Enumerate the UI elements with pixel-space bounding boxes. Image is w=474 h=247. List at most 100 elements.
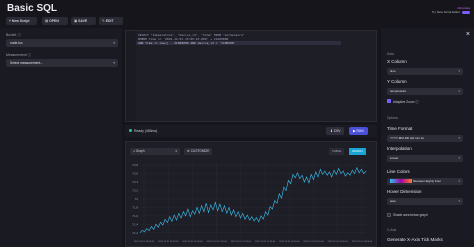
hover-dimension-select[interactable]: auto ▾ bbox=[387, 198, 463, 205]
x-tick-label: 2022-12-01 16:00:00 bbox=[134, 241, 155, 243]
new-editor-toggle-label: Try New Script Editor bbox=[431, 10, 460, 14]
data-section-header: Data bbox=[387, 52, 394, 56]
edit-button[interactable]: ✎ EDIT bbox=[99, 17, 123, 25]
x-tick-label: 2022-12-01 16:20:00 bbox=[158, 241, 179, 243]
line-colors-label: Line Colors bbox=[387, 169, 410, 174]
sql-editor[interactable]: SELECT "temperature", "device_id", "time… bbox=[125, 30, 377, 122]
shade-area-checkbox[interactable] bbox=[387, 213, 391, 217]
interpolation-select[interactable]: Linear ▾ bbox=[387, 155, 463, 162]
x-column-select[interactable]: time ▾ bbox=[387, 68, 463, 75]
save-label: SAVE bbox=[78, 19, 88, 23]
y-tick-label: 72.4 bbox=[132, 180, 138, 184]
x-tick-label: 2022-12-01 18:00:00 bbox=[279, 241, 300, 243]
y-tick-label: 71.2 bbox=[132, 231, 138, 235]
chevron-down-icon: ▾ bbox=[458, 69, 460, 73]
y-tick-label: 71.8 bbox=[132, 205, 138, 209]
bucket-select-value: node-loc bbox=[10, 41, 23, 45]
close-icon[interactable]: × bbox=[466, 31, 470, 38]
y-tick-label: 72.6 bbox=[132, 172, 138, 176]
y-tick-label: 72 bbox=[135, 197, 139, 201]
measurement-label: Measurement ⓘ bbox=[6, 53, 32, 57]
y-tick-label: 72.2 bbox=[132, 188, 138, 192]
chevron-down-icon: ▾ bbox=[113, 61, 115, 65]
x-tick-label: 2022-12-01 17:00:00 bbox=[207, 241, 228, 243]
x-axis-section-header: X-Axis bbox=[387, 228, 397, 232]
series-line bbox=[139, 166, 367, 233]
y-column-value: temperature bbox=[390, 89, 407, 93]
new-editor-toggle[interactable] bbox=[462, 11, 470, 14]
page-title: Basic SQL bbox=[7, 3, 58, 14]
shade-area-label: Shade area below graph bbox=[393, 213, 428, 217]
measurement-select[interactable]: Select measurement... ▾ bbox=[6, 59, 118, 67]
interpolation-value: Linear bbox=[390, 156, 399, 160]
schema-sidebar: Bucket ⓘ node-loc ▾ Measurement ⓘ Select … bbox=[0, 28, 122, 247]
query-status-bar: Ready (483ms) ⬇ CSV ▶ RUN bbox=[125, 125, 377, 137]
x-tick-label: 2022-12-01 18:20:00 bbox=[303, 241, 324, 243]
x-axis-ticks-label: Generate X-Axis Tick Marks bbox=[387, 237, 443, 242]
viz-type-select[interactable]: ⩘ Graph ▾ bbox=[130, 148, 180, 155]
x-column-value: time bbox=[390, 69, 396, 73]
info-icon: ⓘ bbox=[17, 33, 21, 37]
editor-gutter bbox=[126, 31, 136, 121]
visualization-panel: ⩘ Graph ▾ ⚙ CUSTOMIZE TABLE GRAPH 72.8 72.… bbox=[125, 141, 377, 247]
measurement-select-placeholder: Select measurement... bbox=[10, 61, 43, 65]
new-script-label: + New Script bbox=[9, 19, 30, 23]
status-ok-icon bbox=[129, 129, 132, 132]
chevron-down-icon: ▾ bbox=[458, 156, 460, 160]
line-chart: 72.8 72.6 72.4 72.2 72 71.8 71.6 71.4 71.2 2022-… bbox=[132, 163, 373, 243]
options-section-header: Options bbox=[387, 116, 398, 120]
csv-label: CSV bbox=[333, 129, 341, 133]
x-tick-labels: 2022-12-01 16:00:00 2022-12-01 16:20:00 20… bbox=[134, 241, 373, 243]
info-icon: ⓘ bbox=[415, 100, 419, 104]
y-tick-label: 71.6 bbox=[132, 214, 138, 218]
hover-dimension-value: auto bbox=[390, 199, 396, 203]
tab-table[interactable]: TABLE bbox=[329, 148, 345, 155]
customize-panel: × Data X Column time ▾ Y Column temperatu… bbox=[381, 28, 474, 247]
x-tick-label: 2022-12-01 17:40:00 bbox=[255, 241, 276, 243]
run-button[interactable]: ▶ RUN bbox=[349, 127, 368, 135]
chevron-down-icon: ▾ bbox=[113, 41, 115, 45]
hover-dimension-label: Hover Dimension bbox=[387, 189, 422, 194]
new-script-button[interactable]: + New Script bbox=[6, 17, 37, 25]
x-column-label: X Column bbox=[387, 59, 407, 64]
tab-graph[interactable]: GRAPH bbox=[349, 148, 366, 155]
csv-download-button[interactable]: ⬇ CSV bbox=[326, 127, 345, 135]
edit-label: EDIT bbox=[105, 19, 114, 23]
info-icon: ⓘ bbox=[27, 53, 32, 57]
y-tick-label: 72.8 bbox=[132, 163, 138, 167]
time-format-label: Time Format bbox=[387, 126, 413, 131]
editor-line-3: AND time <= now() - 21600000 AND device_… bbox=[138, 41, 236, 45]
color-scheme-swatch bbox=[390, 179, 412, 184]
x-tick-label: 2022-12-01 18:40:00 bbox=[328, 241, 349, 243]
y-tick-label: 71.4 bbox=[132, 222, 138, 226]
time-format-value: YYYY-MM-DD HH:mm:ss bbox=[390, 136, 424, 140]
y-column-select[interactable]: temperature ▾ bbox=[387, 88, 463, 95]
adaptive-zoom-label: Adaptive Zoom ⓘ bbox=[393, 100, 419, 104]
adaptive-zoom-checkbox[interactable] bbox=[387, 99, 391, 103]
y-column-label: Y Column bbox=[387, 79, 407, 84]
query-status-text: Ready (483ms) bbox=[134, 128, 158, 133]
save-button[interactable]: ▣ SAVE bbox=[71, 17, 96, 25]
customize-label: CUSTOMIZE bbox=[190, 149, 210, 153]
viz-type-label: Graph bbox=[135, 149, 145, 153]
x-tick-label: 2022-12-01 16:40:00 bbox=[182, 241, 203, 243]
chevron-down-icon: ▾ bbox=[458, 199, 460, 203]
open-button[interactable]: ▤ OPEN bbox=[42, 17, 68, 25]
open-label: OPEN bbox=[49, 19, 59, 23]
bucket-label: Bucket ⓘ bbox=[6, 33, 21, 37]
chevron-down-icon: ▾ bbox=[175, 149, 177, 153]
chevron-down-icon: ▾ bbox=[458, 89, 460, 93]
y-tick-labels: 72.8 72.6 72.4 72.2 72 71.8 71.6 71.4 71.2 bbox=[132, 163, 138, 235]
bucket-select[interactable]: node-loc ▾ bbox=[6, 39, 118, 47]
customize-button[interactable]: ⚙ CUSTOMIZE bbox=[184, 148, 213, 155]
line-colors-value: Nineteen Eighty Four bbox=[412, 179, 442, 183]
run-label: RUN bbox=[356, 129, 364, 133]
x-tick-label: 2022-12-01 17:20:00 bbox=[231, 241, 252, 243]
time-format-select[interactable]: YYYY-MM-DD HH:mm:ss ▾ bbox=[387, 135, 463, 142]
line-colors-select[interactable]: Nineteen Eighty Four ▾ bbox=[387, 178, 463, 185]
chevron-down-icon: ▾ bbox=[458, 136, 460, 140]
grid-layer bbox=[140, 163, 366, 237]
interpolation-label: Interpolation bbox=[387, 146, 412, 151]
x-tick-label: 2022-12-01 19:00:00 bbox=[352, 241, 373, 243]
chevron-down-icon: ▾ bbox=[458, 179, 460, 183]
